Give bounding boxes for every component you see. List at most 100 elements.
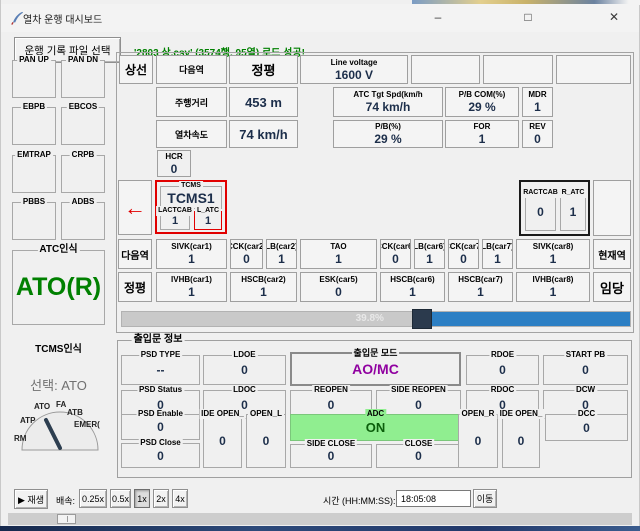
- titlebar: 열차 운행 대시보드 – □ ✕: [1, 4, 639, 32]
- dial-label-emer: EMER(: [74, 420, 100, 429]
- indicator-frame-adbs: ADBS: [61, 202, 105, 240]
- timeline-scrollbar[interactable]: [8, 513, 632, 525]
- ldoe-frame: LDOE0: [203, 355, 286, 385]
- side-open-right-frame: IDE OPEN_0: [502, 414, 540, 468]
- left-arrow-icon: ←: [124, 195, 146, 221]
- maximize-button[interactable]: □: [508, 4, 548, 30]
- empty-indicator-box: [483, 55, 553, 84]
- current-station-header: 현재역: [593, 239, 631, 269]
- indicator-frame-emtrap: EMTRAP: [12, 155, 56, 193]
- tcms-selection-text: 선택: ATO: [12, 375, 105, 394]
- tcms-recognition-title: TCMS인식: [12, 340, 105, 355]
- scrollbar-track[interactable]: [8, 513, 632, 525]
- relay-cell: ESK(car5)0: [300, 272, 377, 302]
- train-speed-label-cell: 열차속도: [156, 120, 227, 148]
- for-box: FOR 1: [445, 120, 519, 148]
- train-speed-value-cell: 74 km/h: [229, 120, 298, 148]
- lactcab-frame: LACTCAB 1: [160, 211, 190, 230]
- relay-cell: IVHB(car8)1: [516, 272, 590, 302]
- distance-value-cell: 453 m: [229, 87, 298, 117]
- psd-type-frame: PSD TYPE--: [121, 355, 200, 385]
- door-mode-frame: 출입문 모드 AO/MC: [290, 352, 461, 386]
- l-atc-frame: L_ATC 1: [194, 211, 222, 230]
- atc-mode-value: ATO(R): [13, 251, 104, 324]
- distance-label-cell: 주행거리: [156, 87, 227, 117]
- relay-cell: CCK(car2)0: [230, 239, 263, 269]
- relay-cell: SIVK(car1)1: [156, 239, 227, 269]
- relay-cell: LB(car6)1: [414, 239, 445, 269]
- tcms-active-box: TCMS TCMS1 LACTCAB 1 L_ATC 1: [155, 180, 227, 234]
- relay-cell: HSCB(car6)1: [380, 272, 445, 302]
- current-station-value: 임당: [593, 272, 631, 302]
- ractcab-frame: RACTCAB 0: [525, 193, 556, 231]
- rev-box: REV 0: [522, 120, 553, 148]
- relay-cell: HSCB(car7)1: [448, 272, 513, 302]
- psd-enable-frame: PSD Enable0: [121, 414, 200, 440]
- ractcab-group-box: RACTCAB 0 R_ATC 1: [519, 180, 590, 236]
- dial-label-rm: RM: [14, 434, 26, 443]
- indicator-frame-pan-dn: PAN DN: [61, 60, 105, 98]
- time-label: 시간 (HH:MM:SS):: [323, 494, 396, 507]
- indicator-frame-pbbs: PBBS: [12, 202, 56, 240]
- window-title: 열차 운행 대시보드: [23, 11, 102, 26]
- timeline-percent-text: 39.8%: [356, 313, 384, 324]
- r-atc-frame: R_ATC 1: [560, 193, 586, 231]
- speed-button-05x[interactable]: 0.5x: [110, 489, 131, 508]
- relay-cell: SIVK(car8)1: [516, 239, 590, 269]
- desktop-strip-bottom: [0, 526, 640, 531]
- next-station-value-cell: 정평: [229, 55, 298, 84]
- pb-com-box: P/B COM(%) 29 %: [445, 87, 519, 117]
- relay-row1-header: 다음역: [118, 239, 152, 269]
- line-voltage-box: Line voltage 1600 V: [300, 55, 408, 84]
- open-left-frame: OPEN_L0: [246, 414, 286, 468]
- timeline-fill: [422, 312, 630, 326]
- app-icon: [10, 11, 24, 25]
- speed-button-025x[interactable]: 0.25x: [79, 489, 107, 508]
- timeline-handle[interactable]: [412, 309, 432, 329]
- open-right-frame: OPEN_R0: [458, 414, 498, 468]
- relay-cell: IVHB(car1)1: [156, 272, 227, 302]
- next-station-label-cell: 다음역: [156, 55, 227, 84]
- hcr-box: HCR 0: [157, 150, 191, 177]
- relay-cell: CCK(car6)0: [380, 239, 411, 269]
- empty-indicator-box: [593, 180, 631, 236]
- speed-button-4x[interactable]: 4x: [172, 489, 188, 508]
- speed-button-2x[interactable]: 2x: [153, 489, 169, 508]
- relay-cell: TAO1: [300, 239, 377, 269]
- side-close-frame: SIDE CLOSE0: [290, 444, 372, 468]
- relay-cell: LB(car7)1: [482, 239, 513, 269]
- pb-box: P/B(%) 29 %: [333, 120, 443, 148]
- adc-status-value: ON: [291, 415, 460, 440]
- indicator-frame-pan-up: PAN UP: [12, 60, 56, 98]
- door-mode-value: AO/MC: [292, 354, 459, 384]
- scrollbar-thumb[interactable]: [57, 514, 76, 524]
- dial-label-fa: FA: [56, 400, 66, 409]
- play-button[interactable]: ▶ 재생: [14, 489, 48, 509]
- speed-label: 배속:: [56, 494, 75, 507]
- empty-indicator-box: [411, 55, 480, 84]
- indicator-frame-ebpb: EBPB: [12, 107, 56, 145]
- speed-button-1x[interactable]: 1x: [134, 489, 150, 508]
- psd-close-frame: PSD Close0: [121, 443, 200, 468]
- tcms-mode-dial: [18, 408, 102, 453]
- adc-frame: ADC ON: [290, 414, 461, 441]
- atc-target-speed-box: ATC Tgt Spd(km/h 74 km/h: [333, 87, 443, 117]
- relay-cell: LB(car2)1: [266, 239, 297, 269]
- app-window: 열차 운행 대시보드 – □ ✕ 운행 기록 파일 선택 '2803 상.csv…: [0, 0, 640, 531]
- relay-cell: HSCB(car2)1: [230, 272, 297, 302]
- indicator-frame-ebcos: EBCOS: [61, 107, 105, 145]
- side-open-left-frame: IDE OPEN_0: [203, 414, 242, 468]
- dial-label-atb: ATB: [67, 408, 83, 417]
- close-button[interactable]: ✕: [594, 4, 634, 30]
- atc-recognition-frame: ATC인식 ATO(R): [12, 250, 105, 325]
- empty-indicator-box: [556, 55, 631, 84]
- track-direction-cell: 상선: [119, 55, 153, 84]
- relay-cell: CCK(car7)0: [448, 239, 479, 269]
- dial-label-atp: ATP: [20, 416, 35, 425]
- minimize-button[interactable]: –: [418, 4, 458, 30]
- start-pb-frame: START PB0: [543, 355, 628, 385]
- time-input[interactable]: [396, 490, 471, 507]
- timeline-scale[interactable]: 39.8%: [121, 310, 631, 328]
- rdoe-frame: RDOE0: [466, 355, 539, 385]
- go-button[interactable]: 이동: [473, 489, 497, 508]
